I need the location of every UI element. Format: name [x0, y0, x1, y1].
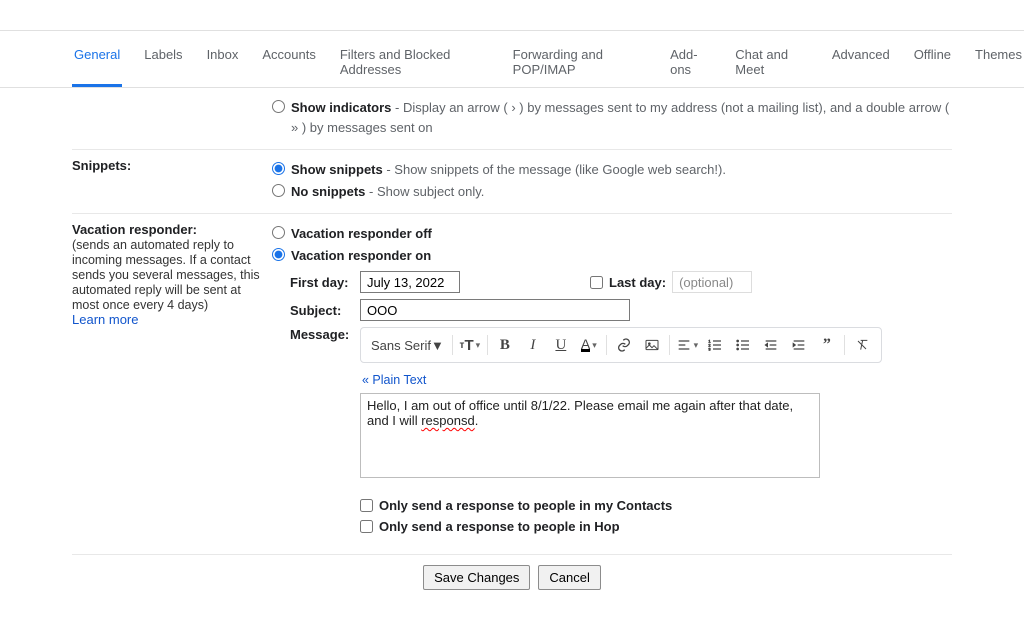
last-day-label: Last day:	[609, 275, 666, 290]
font-family-select[interactable]: Sans Serif▼	[367, 338, 448, 353]
subject-input[interactable]	[360, 299, 630, 321]
underline-icon[interactable]: U	[548, 332, 574, 358]
snippets-title: Snippets:	[72, 158, 131, 173]
tab-forwarding-and-pop-imap[interactable]: Forwarding and POP/IMAP	[511, 41, 648, 87]
only-org-label: Only send a response to people in Hop	[379, 519, 620, 534]
plain-text-link[interactable]: « Plain Text	[360, 369, 428, 393]
clear-format-icon[interactable]	[849, 332, 875, 358]
vacation-title: Vacation responder:	[72, 222, 197, 237]
vacation-learn-more-link[interactable]: Learn more	[72, 312, 138, 327]
tab-add-ons[interactable]: Add-ons	[668, 41, 713, 87]
list-ordered-icon[interactable]: 123	[702, 332, 728, 358]
only-contacts-checkbox[interactable]	[360, 499, 373, 512]
tab-accounts[interactable]: Accounts	[260, 41, 317, 87]
subject-label: Subject:	[290, 303, 350, 318]
first-day-label: First day:	[290, 275, 350, 290]
last-day-checkbox[interactable]	[590, 276, 603, 289]
last-day-placeholder: (optional)	[672, 271, 752, 293]
cancel-button[interactable]: Cancel	[538, 565, 600, 590]
snippets-no-radio[interactable]	[272, 184, 285, 197]
bold-icon[interactable]: B	[492, 332, 518, 358]
tab-labels[interactable]: Labels	[142, 41, 184, 87]
first-day-input[interactable]	[360, 271, 460, 293]
vacation-on-radio[interactable]	[272, 248, 285, 261]
font-size-icon[interactable]: тT▾	[457, 332, 483, 358]
indicators-show-radio[interactable]	[272, 100, 285, 113]
tab-inbox[interactable]: Inbox	[205, 41, 241, 87]
vacation-desc: (sends an automated reply to incoming me…	[72, 238, 260, 312]
snippets-show-radio[interactable]	[272, 162, 285, 175]
tab-general[interactable]: General	[72, 41, 122, 87]
snippets-row: Snippets: Show snippets - Show snippets …	[72, 150, 952, 214]
tab-filters-and-blocked-addresses[interactable]: Filters and Blocked Addresses	[338, 41, 491, 87]
indicators-row: Show indicators - Display an arrow ( › )…	[72, 88, 952, 150]
snippets-show-label: Show snippets - Show snippets of the mes…	[291, 160, 726, 180]
format-toolbar: Sans Serif▼ тT▾ B I U A▾	[360, 327, 882, 363]
text-color-icon[interactable]: A▾	[576, 332, 602, 358]
indicators-show-label: Show indicators - Display an arrow ( › )…	[291, 98, 952, 137]
indent-more-icon[interactable]	[786, 332, 812, 358]
save-button[interactable]: Save Changes	[423, 565, 530, 590]
message-label: Message:	[290, 327, 350, 342]
tab-themes[interactable]: Themes	[973, 41, 1024, 87]
message-textarea[interactable]: Hello, I am out of office until 8/1/22. …	[360, 393, 820, 478]
snippets-no-label: No snippets - Show subject only.	[291, 182, 484, 202]
link-icon[interactable]	[611, 332, 637, 358]
tab-advanced[interactable]: Advanced	[830, 41, 892, 87]
vacation-on-label: Vacation responder on	[291, 246, 431, 266]
tab-offline[interactable]: Offline	[912, 41, 953, 87]
svg-text:3: 3	[708, 346, 711, 351]
list-bullet-icon[interactable]	[730, 332, 756, 358]
vacation-row: Vacation responder: (sends an automated …	[72, 214, 952, 550]
align-icon[interactable]: ▾	[674, 332, 700, 358]
image-icon[interactable]	[639, 332, 665, 358]
vacation-off-label: Vacation responder off	[291, 224, 432, 244]
settings-tabs: General Labels Inbox Accounts Filters and Bl…	[0, 30, 1024, 88]
vacation-off-radio[interactable]	[272, 226, 285, 239]
only-contacts-label: Only send a response to people in my Con…	[379, 498, 672, 513]
only-org-checkbox[interactable]	[360, 520, 373, 533]
italic-icon[interactable]: I	[520, 332, 546, 358]
quote-icon[interactable]: ”	[814, 332, 840, 358]
tab-chat-and-meet[interactable]: Chat and Meet	[733, 41, 810, 87]
indent-less-icon[interactable]	[758, 332, 784, 358]
button-bar: Save Changes Cancel	[72, 554, 952, 600]
